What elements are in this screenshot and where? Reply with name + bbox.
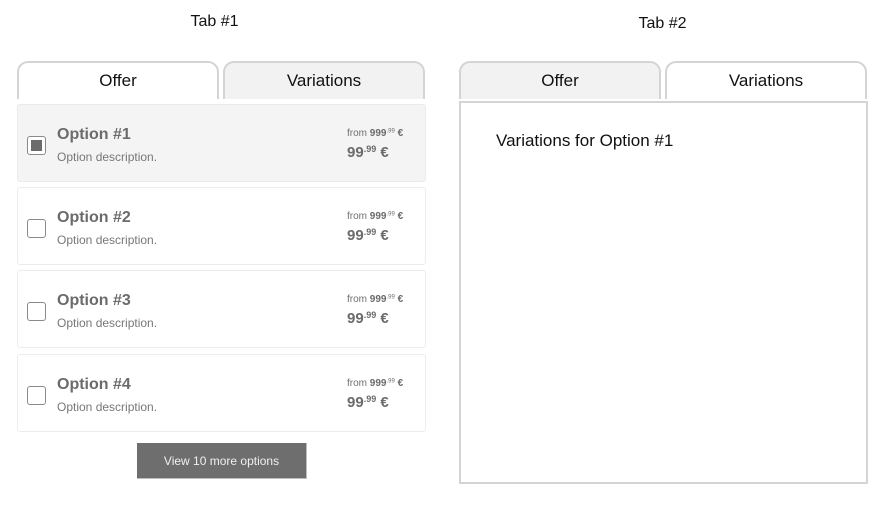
variations-panel: Variations for Option #1 <box>459 101 868 484</box>
option-name: Option #1 <box>57 126 131 143</box>
option-card[interactable]: Option #1 Option description. from 999.99 … <box>17 104 426 182</box>
currency-symbol: € <box>397 128 404 139</box>
checkbox-checked-mark <box>31 140 42 151</box>
option-description: Option description. <box>57 150 158 164</box>
option-description: Option description. <box>57 316 158 330</box>
option-card[interactable]: Option #3 Option description. from 999.99 … <box>17 270 426 348</box>
option-description: Option description. <box>57 233 158 247</box>
current-price: 99.99 € <box>347 227 389 244</box>
tab-offer[interactable]: Offer <box>459 61 661 99</box>
original-price-cents: .99 <box>386 128 395 135</box>
tab-label: Offer <box>541 71 579 90</box>
option-name: Option #4 <box>57 376 131 393</box>
currency-symbol: € <box>397 211 404 222</box>
original-price-int: 999 <box>369 128 387 139</box>
price-int: 99 <box>347 394 364 411</box>
original-price: from 999.99 € <box>347 128 403 139</box>
original-price-int: 999 <box>369 378 387 389</box>
price-int: 99 <box>347 310 364 327</box>
currency-symbol: € <box>397 378 404 389</box>
option-card[interactable]: Option #2 Option description. from 999.99 … <box>17 187 426 265</box>
option-checkbox[interactable] <box>27 219 46 238</box>
price-cents: .99 <box>363 144 377 155</box>
original-price: from 999.99 € <box>347 294 403 305</box>
panel-caption-tab1: Tab #1 <box>190 13 239 30</box>
current-price: 99.99 € <box>347 310 389 327</box>
variations-title: Variations for Option #1 <box>496 131 674 150</box>
original-price: from 999.99 € <box>347 211 403 222</box>
current-price: 99.99 € <box>347 394 389 411</box>
price-cents: .99 <box>363 227 377 238</box>
currency-symbol: € <box>380 144 389 161</box>
original-price-cents: .99 <box>386 378 395 385</box>
tab-variations[interactable]: Variations <box>665 61 867 99</box>
original-price-cents: .99 <box>386 294 395 301</box>
price-cents: .99 <box>363 310 377 321</box>
panel-caption-tab2: Tab #2 <box>638 15 687 32</box>
original-price: from 999.99 € <box>347 378 403 389</box>
option-card[interactable]: Option #4 Option description. from 999.99 … <box>17 354 426 432</box>
price-int: 99 <box>347 227 364 244</box>
option-checkbox[interactable] <box>27 302 46 321</box>
option-description: Option description. <box>57 400 158 414</box>
from-label: from <box>347 211 367 222</box>
currency-symbol: € <box>380 227 389 244</box>
currency-symbol: € <box>397 294 404 305</box>
original-price-cents: .99 <box>386 211 395 218</box>
from-label: from <box>347 128 367 139</box>
option-checkbox[interactable] <box>27 136 46 155</box>
from-label: from <box>347 378 367 389</box>
original-price-int: 999 <box>369 294 387 305</box>
option-name: Option #2 <box>57 209 131 226</box>
from-label: from <box>347 294 367 305</box>
original-price-int: 999 <box>369 211 387 222</box>
tab-variations[interactable]: Variations <box>223 61 425 99</box>
tab-label: Offer <box>99 71 137 90</box>
currency-symbol: € <box>380 394 389 411</box>
price-int: 99 <box>347 144 364 161</box>
tab-label: Variations <box>286 71 362 90</box>
current-price: 99.99 € <box>347 144 389 161</box>
option-name: Option #3 <box>57 292 131 309</box>
currency-symbol: € <box>380 310 389 327</box>
view-more-options-button[interactable]: View 10 more options <box>137 443 307 479</box>
tab-label: Variations <box>728 71 804 90</box>
option-checkbox[interactable] <box>27 386 46 405</box>
tab-bar: Offer Variations <box>17 61 425 99</box>
price-cents: .99 <box>363 394 377 405</box>
tab-offer[interactable]: Offer <box>17 61 219 99</box>
tab-bar: Offer Variations <box>459 61 867 99</box>
